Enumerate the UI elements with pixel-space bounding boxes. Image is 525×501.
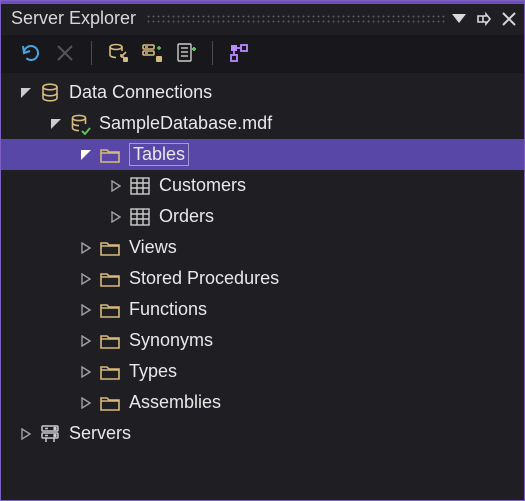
folder-icon xyxy=(99,144,121,166)
node-label: Data Connections xyxy=(69,82,212,103)
services-button[interactable] xyxy=(172,39,200,67)
tree: Data Connections SampleDatabase.mdf xyxy=(1,73,524,449)
expander-icon[interactable] xyxy=(77,146,95,164)
server-icon xyxy=(39,423,61,445)
node-synonyms[interactable]: Synonyms xyxy=(1,325,524,356)
stop-button xyxy=(51,39,79,67)
panel-title: Server Explorer xyxy=(11,8,136,29)
folder-icon xyxy=(99,330,121,352)
node-label: Servers xyxy=(69,423,131,444)
refresh-button[interactable] xyxy=(17,39,45,67)
node-label: Customers xyxy=(159,175,246,196)
node-label: Synonyms xyxy=(129,330,213,351)
node-servers[interactable]: Servers xyxy=(1,418,524,449)
toolbar xyxy=(1,35,524,73)
window-menu-icon[interactable] xyxy=(452,14,466,24)
node-label: SampleDatabase.mdf xyxy=(99,113,272,134)
folder-icon xyxy=(99,392,121,414)
expander-icon[interactable] xyxy=(17,84,35,102)
expander-icon[interactable] xyxy=(77,239,95,257)
expander-icon[interactable] xyxy=(17,425,35,443)
expander-icon[interactable] xyxy=(47,115,65,133)
node-label: Orders xyxy=(159,206,214,227)
node-label: Functions xyxy=(129,299,207,320)
node-tables[interactable]: Tables xyxy=(1,139,524,170)
node-label: Types xyxy=(129,361,177,382)
expander-icon[interactable] xyxy=(77,301,95,319)
connect-server-button[interactable] xyxy=(138,39,166,67)
expander-icon[interactable] xyxy=(77,394,95,412)
node-database[interactable]: SampleDatabase.mdf xyxy=(1,108,524,139)
expander-icon[interactable] xyxy=(77,270,95,288)
close-icon[interactable] xyxy=(502,12,516,26)
folder-icon xyxy=(99,268,121,290)
node-assemblies[interactable]: Assemblies xyxy=(1,387,524,418)
node-table-customers[interactable]: Customers xyxy=(1,170,524,201)
database-connected-icon xyxy=(69,113,91,135)
expander-icon[interactable] xyxy=(77,332,95,350)
pin-icon[interactable] xyxy=(476,11,492,27)
folder-icon xyxy=(99,237,121,259)
expander-icon[interactable] xyxy=(77,363,95,381)
node-data-connections[interactable]: Data Connections xyxy=(1,77,524,108)
folder-icon xyxy=(99,361,121,383)
node-label: Stored Procedures xyxy=(129,268,279,289)
node-label: Tables xyxy=(129,143,189,166)
grip-dots[interactable] xyxy=(146,14,446,24)
node-types[interactable]: Types xyxy=(1,356,524,387)
node-functions[interactable]: Functions xyxy=(1,294,524,325)
table-icon xyxy=(129,206,151,228)
node-stored-procedures[interactable]: Stored Procedures xyxy=(1,263,524,294)
panel-title-bar: Server Explorer xyxy=(1,4,524,35)
table-icon xyxy=(129,175,151,197)
data-sources-button[interactable] xyxy=(225,39,253,67)
connect-database-button[interactable] xyxy=(104,39,132,67)
folder-icon xyxy=(99,299,121,321)
node-views[interactable]: Views xyxy=(1,232,524,263)
node-table-orders[interactable]: Orders xyxy=(1,201,524,232)
node-label: Views xyxy=(129,237,177,258)
expander-icon[interactable] xyxy=(107,208,125,226)
expander-icon[interactable] xyxy=(107,177,125,195)
database-icon xyxy=(39,82,61,104)
node-label: Assemblies xyxy=(129,392,221,413)
